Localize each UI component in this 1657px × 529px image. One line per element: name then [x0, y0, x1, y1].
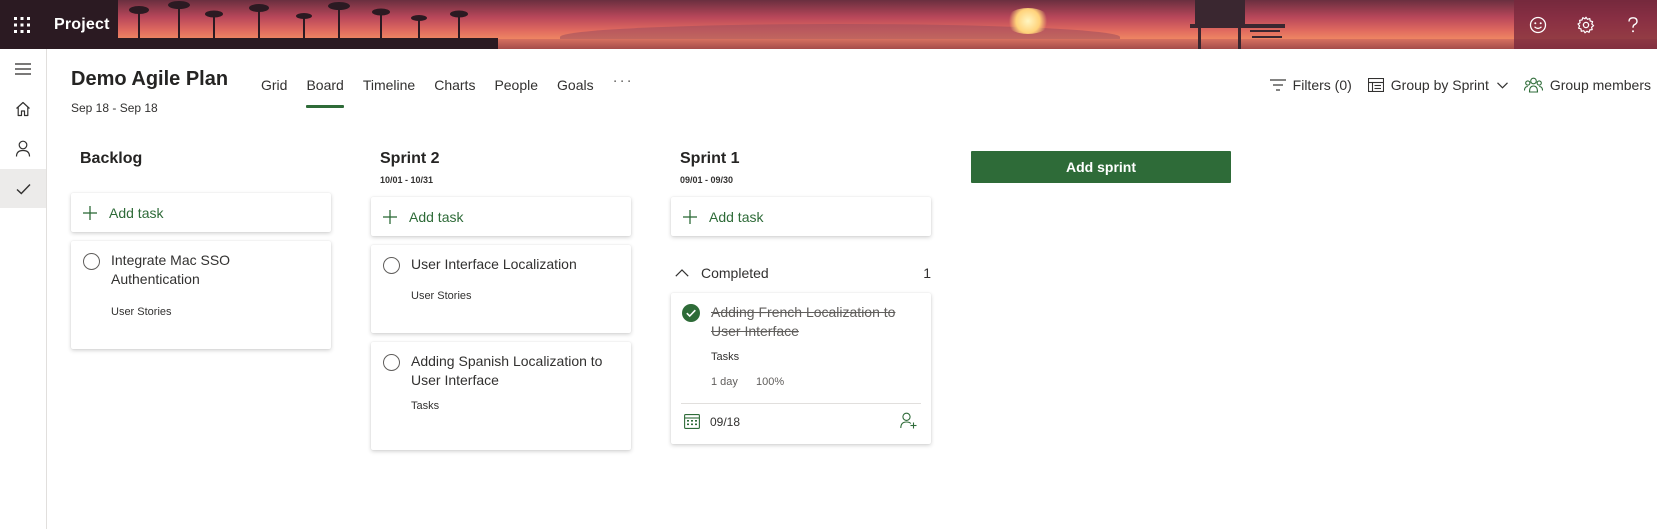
sprint-dates: 09/01 - 09/30 [680, 175, 734, 185]
card-divider [681, 403, 921, 404]
nav-home-button[interactable] [0, 89, 46, 128]
nav-people-button[interactable] [0, 129, 46, 168]
group-list-icon [1367, 78, 1384, 92]
plus-icon [383, 209, 397, 224]
check-icon [16, 183, 31, 194]
tab-grid[interactable]: Grid [261, 74, 287, 108]
left-nav-rail [0, 49, 47, 529]
app-name-link[interactable]: Project [44, 0, 118, 49]
task-card-completed[interactable]: Adding French Localization to User Inter… [671, 293, 931, 444]
completed-label: Completed [701, 265, 769, 281]
bucket-sprint-1: Sprint 1 09/01 - 09/30 Add task Complete… [671, 150, 931, 444]
completed-check-icon[interactable] [682, 304, 700, 322]
task-card[interactable]: Adding Spanish Localization to User Inte… [371, 342, 631, 450]
nav-tasks-button[interactable] [0, 169, 46, 208]
tab-goals[interactable]: Goals [557, 74, 594, 108]
task-progress: 100% [756, 376, 785, 388]
banner-sun [1005, 8, 1051, 34]
add-task-label: Add task [409, 208, 464, 225]
add-task-label: Add task [109, 204, 164, 221]
task-duration: 1 day [711, 376, 738, 388]
waffle-icon [14, 16, 30, 33]
task-title: Adding French Localization to User Inter… [711, 304, 896, 339]
feedback-button[interactable] [1514, 0, 1562, 49]
plus-icon [683, 209, 697, 224]
task-bucket-label: Tasks [411, 400, 440, 412]
bucket-title[interactable]: Sprint 1 [671, 150, 931, 172]
plus-icon [83, 205, 97, 220]
plan-title[interactable]: Demo Agile Plan [71, 68, 228, 91]
filter-icon [1269, 79, 1286, 91]
task-title: User Interface Localization [411, 256, 577, 272]
tab-charts[interactable]: Charts [434, 74, 475, 108]
task-bucket-label: User Stories [411, 290, 472, 302]
calendar-icon [684, 414, 700, 429]
chevron-up-icon [675, 269, 689, 277]
bucket-backlog: Backlog Add task Integrate Mac SSO Authe… [71, 150, 331, 349]
add-task-button[interactable]: Add task [671, 197, 931, 236]
header-banner [0, 0, 1657, 49]
tab-people[interactable]: People [494, 74, 538, 108]
add-task-button[interactable]: Add task [71, 193, 331, 232]
task-card[interactable]: User Interface Localization User Stories [371, 245, 631, 333]
completed-section-toggle[interactable]: Completed 1 [671, 253, 931, 293]
help-question-icon [1628, 16, 1638, 32]
menu-icon [15, 62, 31, 75]
settings-button[interactable] [1562, 0, 1610, 49]
task-bucket-label: Tasks [711, 351, 740, 363]
settings-gear-icon [1576, 16, 1594, 33]
help-button[interactable] [1609, 0, 1657, 49]
plan-dates: Sep 18 - Sep 18 [71, 101, 158, 115]
assign-person-icon[interactable] [900, 412, 917, 429]
tab-board[interactable]: Board [306, 74, 345, 108]
banner-lifeguard-tower [1190, 0, 1285, 49]
banner-palms [118, 1, 498, 49]
header-actions [1514, 0, 1657, 49]
add-task-label: Add task [709, 208, 764, 225]
filters-label: Filters (0) [1292, 77, 1352, 93]
add-task-button[interactable]: Add task [371, 197, 631, 236]
nav-menu-button[interactable] [0, 49, 46, 88]
bucket-sprint-2: Sprint 2 10/01 - 10/31 Add task User Int… [371, 150, 631, 450]
task-bucket-label: User Stories [111, 306, 172, 318]
task-complete-checkbox[interactable] [83, 253, 100, 270]
task-due-date[interactable]: 09/18 [710, 415, 740, 429]
sprint-dates: 10/01 - 10/31 [380, 175, 434, 185]
bucket-title[interactable]: Sprint 2 [371, 150, 631, 172]
view-tabs: Grid Board Timeline Charts People Goals … [261, 72, 653, 108]
bucket-title[interactable]: Backlog [71, 150, 331, 172]
task-title: Integrate Mac SSO Authentication [111, 252, 231, 287]
more-views-button[interactable]: ··· [613, 70, 634, 104]
group-by-button[interactable]: Group by Sprint [1367, 77, 1508, 93]
group-members-button[interactable]: Group members [1523, 77, 1651, 93]
filters-button[interactable]: Filters (0) [1269, 77, 1352, 93]
person-icon [15, 140, 31, 157]
group-members-label: Group members [1549, 77, 1651, 93]
group-by-label: Group by Sprint [1390, 77, 1489, 93]
add-sprint-button[interactable]: Add sprint [971, 151, 1231, 183]
board-toolbar: Filters (0) Group by Sprint Group member… [1254, 74, 1651, 96]
group-members-icon [1523, 77, 1543, 93]
app-name: Project [54, 15, 110, 33]
chevron-down-icon [1496, 81, 1508, 89]
tab-timeline[interactable]: Timeline [363, 74, 415, 108]
feedback-smile-icon [1529, 16, 1546, 33]
app-launcher-button[interactable] [0, 0, 44, 49]
task-complete-checkbox[interactable] [383, 354, 400, 371]
home-icon [16, 101, 30, 116]
task-title: Adding Spanish Localization to User Inte… [411, 353, 603, 388]
completed-count: 1 [923, 265, 931, 281]
task-card[interactable]: Integrate Mac SSO Authentication User St… [71, 241, 331, 349]
task-complete-checkbox[interactable] [383, 257, 400, 274]
